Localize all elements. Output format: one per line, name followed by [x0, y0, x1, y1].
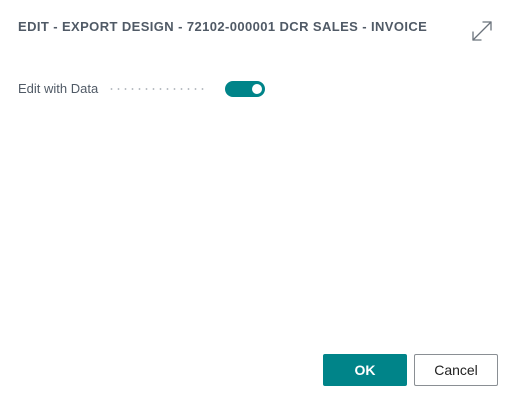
- expand-icon[interactable]: [470, 19, 494, 43]
- edit-with-data-label: Edit with Data: [18, 80, 99, 96]
- dotted-leader: [108, 88, 209, 90]
- edit-with-data-toggle[interactable]: [225, 81, 265, 97]
- toggle-knob: [252, 84, 262, 94]
- dialog-title: EDIT - EXPORT DESIGN - 72102-000001 DCR …: [18, 19, 428, 34]
- cancel-button[interactable]: Cancel: [414, 354, 498, 386]
- expand-arrows-icon: [472, 21, 492, 41]
- dialog: EDIT - EXPORT DESIGN - 72102-000001 DCR …: [0, 0, 512, 400]
- ok-button[interactable]: OK: [323, 354, 407, 386]
